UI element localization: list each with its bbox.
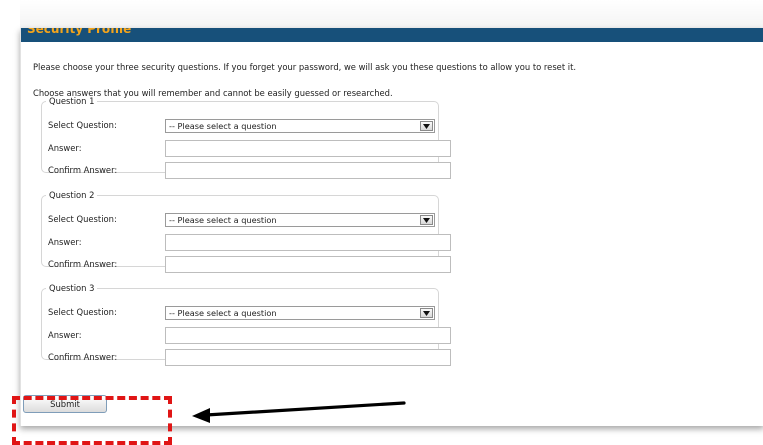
page-title: Security Profile — [27, 28, 132, 36]
question-3-select-value: -- Please select a question — [169, 308, 277, 318]
question-2-answer-input[interactable] — [165, 234, 451, 251]
screenshot: Security Profile Please choose your thre… — [0, 0, 763, 445]
highlight-annotation-box — [12, 396, 172, 445]
question-3-select[interactable]: -- Please select a question — [165, 306, 435, 320]
intro-text: Please choose your three security questi… — [33, 62, 577, 72]
question-3-legend: Question 3 — [49, 283, 95, 293]
select-question-label: Select Question: — [48, 307, 117, 317]
question-1-select[interactable]: -- Please select a question — [165, 119, 435, 133]
confirm-answer-label: Confirm Answer: — [48, 352, 118, 362]
question-2-select[interactable]: -- Please select a question — [165, 213, 435, 227]
select-question-label: Select Question: — [48, 120, 117, 130]
window-frame — [20, 0, 763, 28]
answer-label: Answer: — [48, 237, 82, 247]
dropdown-arrow-icon[interactable] — [420, 215, 433, 225]
question-3-answer-input[interactable] — [165, 327, 451, 344]
question-2-select-value: -- Please select a question — [169, 215, 277, 225]
security-profile-page: Security Profile Please choose your thre… — [20, 28, 763, 426]
select-question-label: Select Question: — [48, 214, 117, 224]
question-3-confirm-input[interactable] — [165, 349, 451, 366]
dropdown-arrow-icon[interactable] — [420, 308, 433, 318]
question-2-group: Question 2 Select Question: -- Please se… — [41, 190, 451, 273]
question-1-legend: Question 1 — [49, 96, 95, 106]
confirm-answer-label: Confirm Answer: — [48, 259, 118, 269]
dropdown-arrow-icon[interactable] — [420, 121, 433, 131]
header-bar: Security Profile — [21, 28, 763, 42]
question-2-legend: Question 2 — [49, 190, 95, 200]
confirm-answer-label: Confirm Answer: — [48, 165, 118, 175]
question-1-select-value: -- Please select a question — [169, 121, 277, 131]
question-2-confirm-input[interactable] — [165, 256, 451, 273]
question-3-group: Question 3 Select Question: -- Please se… — [41, 283, 451, 366]
question-1-answer-input[interactable] — [165, 140, 451, 157]
pointer-arrow-icon — [192, 401, 406, 423]
question-1-group: Question 1 Select Question: -- Please se… — [41, 96, 451, 179]
answer-label: Answer: — [48, 143, 82, 153]
question-1-confirm-input[interactable] — [165, 162, 451, 179]
answer-label: Answer: — [48, 330, 82, 340]
